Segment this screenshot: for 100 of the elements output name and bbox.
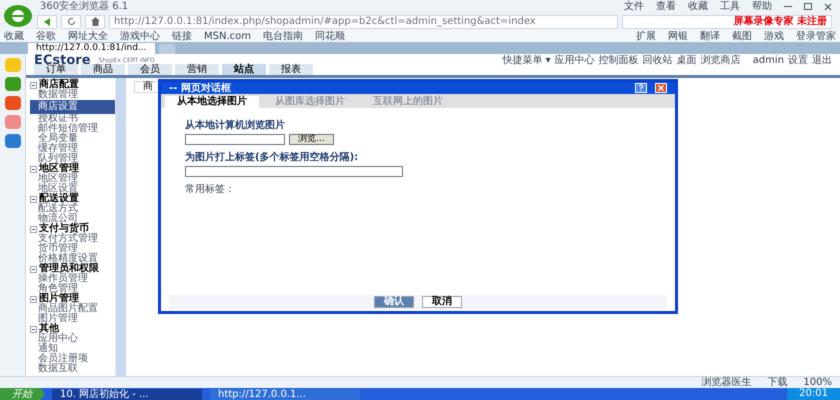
sidebar-group-title[interactable]: 支付与货币 (39, 224, 89, 234)
browser-tab[interactable]: http://127.0.0.1:81/ind... (28, 43, 155, 54)
back-button[interactable] (37, 14, 57, 28)
browse-button[interactable]: 浏览... (289, 134, 334, 145)
dialog-tab[interactable]: 从本地选择图片 (165, 96, 259, 108)
help-button[interactable] (635, 83, 647, 93)
collapse-icon[interactable] (30, 166, 37, 172)
close-icon[interactable] (824, 2, 832, 10)
header-link[interactable]: 浏览商店 (700, 54, 741, 66)
sidebar-item[interactable]: 图片管理 (30, 314, 115, 324)
sidebar-item[interactable]: 操作员管理 (30, 274, 115, 284)
sidebar-item[interactable]: 地区管理 (30, 174, 115, 184)
sidebar-group-title[interactable]: 配送设置 (39, 194, 79, 204)
sidebar-item[interactable]: 商品图片配置 (30, 304, 115, 314)
nav-tab[interactable]: 商品 (81, 64, 125, 75)
sidebar-item[interactable]: 配送方式 (30, 204, 115, 214)
nav-tab[interactable]: 营销 (175, 64, 219, 75)
menu-item[interactable]: 帮助 (752, 1, 772, 12)
sidebar-group-title[interactable]: 管理员和权限 (39, 264, 99, 274)
header-link[interactable]: 快捷菜单 ▾ (502, 54, 551, 66)
collapse-icon[interactable] (30, 326, 37, 332)
scrollbar[interactable] (116, 78, 126, 376)
sidebar-group-title[interactable]: 其他 (39, 324, 59, 334)
collapse-icon[interactable] (30, 266, 37, 272)
dialog-title: -- 网页对话框 (169, 82, 231, 94)
cancel-button[interactable]: 取消 (422, 296, 462, 308)
header-link[interactable]: 退出 (812, 54, 832, 66)
sidebar-item[interactable]: 角色管理 (30, 284, 115, 294)
sidebar-item[interactable]: 应用中心 (30, 334, 115, 344)
collapse-icon[interactable] (30, 226, 37, 232)
menu-item[interactable]: 文件 (624, 1, 644, 12)
taskbar-button[interactable]: http://127.0.0.1... (210, 388, 360, 400)
menu-item[interactable]: 收藏 (688, 1, 708, 12)
clock: 20:01 (787, 388, 840, 400)
maximize-icon[interactable] (804, 3, 812, 10)
header-link[interactable]: 控制面板 (598, 54, 639, 66)
nav-tab[interactable]: 站点 (222, 64, 266, 75)
menu-item[interactable]: 查看 (656, 1, 676, 12)
collapse-icon[interactable] (30, 82, 37, 88)
sidebar-group-title[interactable]: 图片管理 (39, 294, 79, 304)
extension-button[interactable]: 翻译 (700, 30, 720, 42)
header-link[interactable]: 应用中心 (554, 54, 595, 66)
taskbar-button[interactable]: 10. 网店初始化 - ... (52, 388, 202, 400)
header-link[interactable]: 桌面 (676, 54, 697, 66)
sidebar-item[interactable]: 物流公司 (30, 214, 115, 224)
bookmark-link[interactable]: 谷歌 (36, 30, 56, 42)
status-item[interactable]: 浏览器医生 (701, 377, 752, 388)
sidebar-group-title[interactable]: 地区管理 (39, 164, 79, 174)
refresh-button[interactable] (61, 14, 81, 28)
sidebar-item[interactable]: 地区设置 (30, 184, 115, 194)
app-logo: ECstore (34, 54, 91, 66)
sidebar-item[interactable]: 会员注册项 (30, 354, 115, 364)
home-button[interactable] (85, 14, 105, 28)
sidebar-item[interactable]: 数据管理 (30, 90, 115, 100)
bookmark-link[interactable]: 链接 (172, 30, 192, 42)
status-item[interactable]: 100% (803, 377, 832, 388)
bookmark-link[interactable]: 收藏 (4, 30, 24, 42)
bookmark-link[interactable]: 电台指南 (263, 30, 303, 42)
collapse-icon[interactable] (30, 196, 37, 202)
dialog-tab[interactable]: 从图库选择图片 (263, 96, 357, 108)
extension-button[interactable]: 截图 (732, 30, 752, 42)
confirm-button[interactable]: 确认 (374, 296, 414, 308)
sidebar-item[interactable]: 邮件短信管理 (30, 124, 115, 134)
sidebar-item[interactable]: 缓存管理 (30, 144, 115, 154)
search-field[interactable]: 屏幕录像专家 未注册 (622, 14, 832, 28)
sidebar-item[interactable]: 价格精度设置 (30, 254, 115, 264)
nav-tab[interactable]: 报表 (269, 64, 313, 75)
extension-button[interactable]: 游戏 (764, 30, 784, 42)
start-button[interactable]: 开始 (0, 388, 44, 400)
sidebar-item[interactable]: 货币管理 (30, 244, 115, 254)
sidebar-item[interactable]: 商店设置 (30, 100, 115, 114)
menu-item[interactable]: 工具 (720, 1, 740, 12)
file-path-field[interactable] (185, 134, 285, 145)
window-title: 360安全浏览器 6.1 (40, 1, 128, 12)
bookmark-link[interactable]: 同花顺 (315, 30, 345, 42)
sidebar-item[interactable]: 全局变量 (30, 134, 115, 144)
nav-tab[interactable]: 订单 (34, 64, 78, 75)
field-label: 从本地计算机浏览图片 (185, 120, 286, 131)
close-button[interactable] (655, 83, 667, 93)
extension-button[interactable]: 登录管家 (796, 30, 836, 42)
sidebar-group-title[interactable]: 商店配置 (39, 80, 79, 90)
bookmark-link[interactable]: MSN.com (204, 30, 251, 42)
header-link[interactable]: 设置 (788, 54, 808, 66)
dialog-tab[interactable]: 互联网上的图片 (361, 96, 455, 108)
sidebar-item[interactable]: 数据互联 (30, 364, 115, 374)
tags-field[interactable] (185, 166, 403, 177)
extension-button[interactable]: 网银 (668, 30, 688, 42)
status-item[interactable]: 下载 (767, 377, 788, 388)
collapse-icon[interactable] (30, 296, 37, 302)
sidebar-item[interactable]: 授权证书 (30, 114, 115, 124)
sidebar-item[interactable]: 队列管理 (30, 154, 115, 164)
address-field[interactable]: http://127.0.0.1:81/index.php/shopadmin/#app=b2c&ctl=admin_setting&act=index (109, 14, 618, 28)
sidebar-item[interactable]: 支付方式管理 (30, 234, 115, 244)
extension-button[interactable]: 扩展 (636, 30, 656, 42)
refresh-icon (66, 17, 76, 26)
nav-tab[interactable]: 会员 (128, 64, 172, 75)
sidebar-item[interactable]: 通知 (30, 344, 115, 354)
header-link[interactable]: 回收站 (642, 54, 673, 66)
bookmark-link[interactable]: 游戏中心 (120, 30, 160, 42)
bookmark-link[interactable]: 网址大全 (68, 30, 108, 42)
